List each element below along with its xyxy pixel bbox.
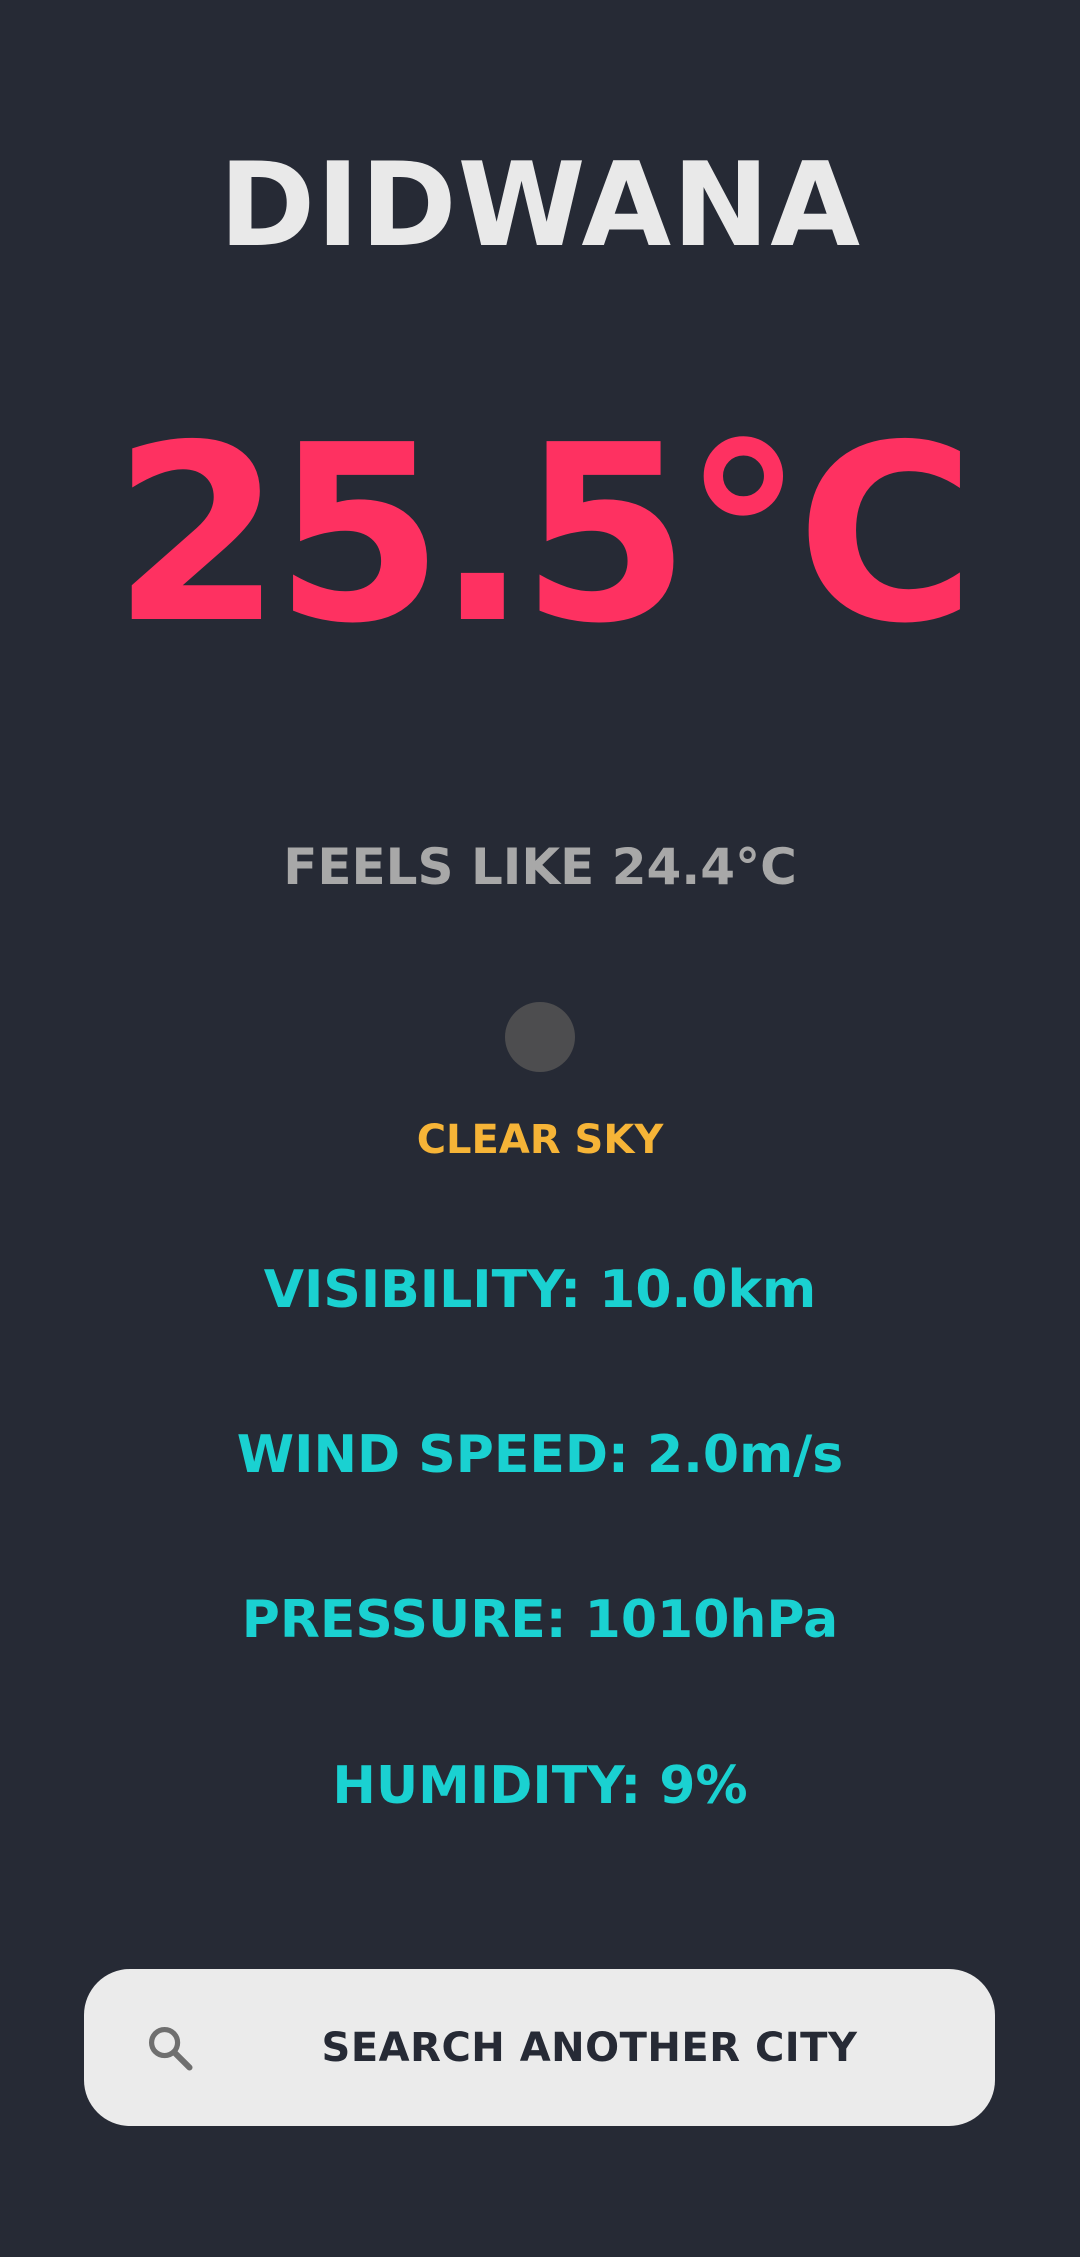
- weather-icon: [505, 1002, 575, 1072]
- weather-description: CLEAR SKY: [416, 1117, 664, 1163]
- search-city-label: SEARCH ANOTHER CITY: [321, 2024, 858, 2071]
- city-name: DIDWANA: [218, 138, 862, 273]
- visibility-stat: VISIBILITY: 10.0km: [263, 1260, 817, 1320]
- pressure-stat: PRESSURE: 1010hPa: [241, 1590, 839, 1650]
- feels-like-text: FEELS LIKE 24.4°C: [283, 838, 797, 896]
- search-icon: [148, 2026, 193, 2071]
- humidity-stat: HUMIDITY: 9%: [332, 1756, 748, 1816]
- weather-screen: DIDWANA 25.5°C FEELS LIKE 24.4°C CLEAR S…: [0, 0, 1080, 2257]
- search-city-button[interactable]: SEARCH ANOTHER CITY: [84, 1969, 995, 2126]
- temperature-value: 25.5°C: [112, 393, 975, 677]
- wind-speed-stat: WIND SPEED: 2.0m/s: [236, 1425, 844, 1485]
